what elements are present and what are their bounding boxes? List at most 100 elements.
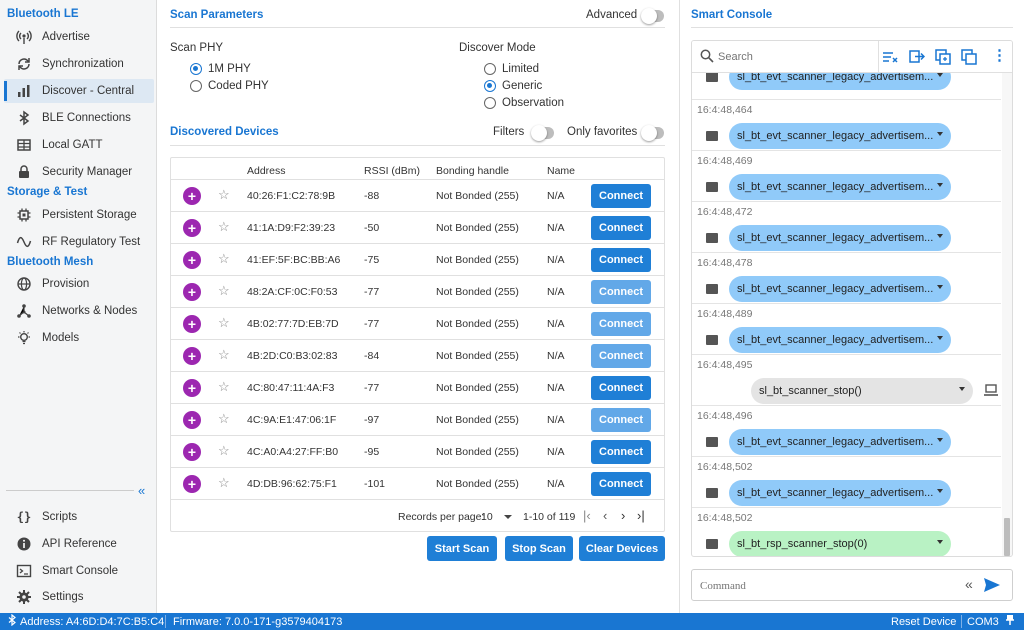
star-icon[interactable]: ☆	[218, 315, 230, 331]
sidebar-item-persistent-storage[interactable]: Persistent Storage	[4, 203, 154, 227]
reset-device-button[interactable]: Reset Device	[891, 613, 956, 630]
chevron-down-icon[interactable]	[504, 515, 512, 519]
sidebar-item-api-reference[interactable]: API Reference	[4, 532, 154, 556]
star-icon[interactable]: ☆	[218, 283, 230, 299]
add-device-icon[interactable]: +	[183, 283, 201, 301]
send-icon[interactable]	[983, 577, 1001, 596]
star-icon[interactable]: ☆	[218, 219, 230, 235]
radio-observation[interactable]: Observation	[484, 97, 564, 109]
response-bubble[interactable]: sl_bt_rsp_scanner_stop(0)	[729, 531, 951, 556]
chevron-down-icon[interactable]	[937, 489, 943, 493]
sidebar-item-smart-console[interactable]: Smart Console	[4, 559, 154, 583]
search-icon	[700, 49, 714, 66]
star-icon[interactable]: ☆	[218, 347, 230, 363]
only-favorites-toggle[interactable]	[641, 125, 664, 141]
connect-button[interactable]: Connect	[591, 440, 651, 464]
console-scrollbar[interactable]	[1002, 73, 1012, 556]
lock-icon	[16, 164, 32, 180]
connect-button[interactable]: Connect	[591, 472, 651, 496]
sidebar-item-advertise[interactable]: Advertise	[4, 25, 154, 49]
advanced-toggle[interactable]	[641, 8, 664, 24]
chevron-down-icon[interactable]	[937, 540, 943, 544]
star-icon[interactable]: ☆	[218, 411, 230, 427]
scrollbar-thumb[interactable]	[1004, 518, 1010, 556]
sidebar-item-local-gatt[interactable]: Local GATT	[4, 133, 154, 157]
export-icon[interactable]	[909, 49, 926, 67]
chevron-down-icon[interactable]	[937, 183, 943, 187]
prev-page-icon[interactable]: ‹	[603, 508, 607, 523]
com-port[interactable]: COM3	[967, 613, 1015, 630]
sidebar-item-settings[interactable]: Settings	[4, 585, 154, 609]
chevron-down-icon[interactable]	[959, 387, 965, 391]
radio-1m-phy[interactable]: 1M PHY	[190, 63, 251, 75]
event-bubble[interactable]: sl_bt_evt_scanner_legacy_advertisem...	[729, 429, 951, 455]
history-icon[interactable]: «	[965, 576, 973, 592]
radio-generic[interactable]: Generic	[484, 80, 542, 92]
chevron-down-icon[interactable]	[937, 336, 943, 340]
chevron-down-icon[interactable]	[937, 73, 943, 77]
sidebar-item-discover-central[interactable]: Discover - Central	[4, 79, 154, 103]
chevron-down-icon[interactable]	[937, 234, 943, 238]
add-device-icon[interactable]: +	[183, 315, 201, 333]
sidebar-item-models[interactable]: Models	[4, 326, 154, 350]
command-bubble[interactable]: sl_bt_scanner_stop()	[751, 378, 973, 404]
next-page-icon[interactable]: ›	[621, 508, 625, 523]
command-input[interactable]	[700, 578, 950, 594]
connect-button[interactable]: Connect	[591, 312, 651, 336]
chevron-down-icon[interactable]	[937, 285, 943, 289]
records-per-page-select[interactable]: 10	[481, 511, 493, 523]
add-device-icon[interactable]: +	[183, 187, 201, 205]
sidebar-item-scripts[interactable]: {} Scripts	[4, 505, 154, 529]
connect-button[interactable]: Connect	[591, 248, 651, 272]
table-row: + ☆ 40:26:F1:C2:78:9B -88 Not Bonded (255) N/…	[171, 179, 664, 211]
star-icon[interactable]: ☆	[218, 379, 230, 395]
add-device-icon[interactable]: +	[183, 251, 201, 269]
duplicate-icon[interactable]	[961, 49, 977, 68]
console-search-input[interactable]	[718, 48, 868, 66]
add-device-icon[interactable]: +	[183, 347, 201, 365]
event-bubble[interactable]: sl_bt_evt_scanner_legacy_advertisem...	[729, 276, 951, 302]
add-device-icon[interactable]: +	[183, 219, 201, 237]
cell-bonding: Not Bonded (255)	[436, 222, 519, 234]
sidebar-item-rf-regulatory-test[interactable]: RF Regulatory Test	[4, 230, 154, 254]
star-icon[interactable]: ☆	[218, 251, 230, 267]
star-icon[interactable]: ☆	[218, 475, 230, 491]
timestamp: 16:4:48,469	[697, 155, 753, 167]
event-bubble[interactable]: sl_bt_evt_scanner_legacy_advertisem...	[729, 225, 951, 251]
sidebar-item-provision[interactable]: Provision	[4, 272, 154, 296]
connect-button[interactable]: Connect	[591, 280, 651, 304]
clear-log-icon[interactable]	[882, 50, 898, 67]
connect-button[interactable]: Connect	[591, 408, 651, 432]
event-bubble[interactable]: sl_bt_evt_scanner_legacy_advertisem...	[729, 327, 951, 353]
first-page-icon[interactable]: |‹	[583, 508, 591, 523]
start-scan-button[interactable]: Start Scan	[427, 536, 497, 561]
clear-devices-button[interactable]: Clear Devices	[579, 536, 665, 561]
add-device-icon[interactable]: +	[183, 379, 201, 397]
star-icon[interactable]: ☆	[218, 187, 230, 203]
stop-scan-button[interactable]: Stop Scan	[505, 536, 573, 561]
event-bubble[interactable]: sl_bt_evt_scanner_legacy_advertisem...	[729, 480, 951, 506]
star-icon[interactable]: ☆	[218, 443, 230, 459]
sidebar-item-networks-nodes[interactable]: Networks & Nodes	[4, 299, 154, 323]
radio-limited[interactable]: Limited	[484, 63, 539, 75]
connect-button[interactable]: Connect	[591, 184, 651, 208]
connect-button[interactable]: Connect	[591, 376, 651, 400]
chevron-down-icon[interactable]	[937, 132, 943, 136]
connect-button[interactable]: Connect	[591, 344, 651, 368]
sidebar-item-ble-connections[interactable]: BLE Connections	[4, 106, 154, 130]
radio-coded-phy[interactable]: Coded PHY	[190, 80, 269, 92]
event-bubble[interactable]: sl_bt_evt_scanner_legacy_advertisem...	[729, 174, 951, 200]
filters-toggle[interactable]	[531, 125, 554, 141]
chevron-down-icon[interactable]	[937, 438, 943, 442]
last-page-icon[interactable]: ›|	[637, 508, 645, 523]
sidebar-item-synchronization[interactable]: Synchronization	[4, 52, 154, 76]
add-device-icon[interactable]: +	[183, 475, 201, 493]
more-options-icon[interactable]: ⋮	[992, 48, 1007, 64]
add-device-icon[interactable]: +	[183, 411, 201, 429]
connect-button[interactable]: Connect	[591, 216, 651, 240]
copy-icon[interactable]	[935, 49, 951, 68]
collapse-sidebar-icon[interactable]: «	[138, 483, 145, 498]
add-device-icon[interactable]: +	[183, 443, 201, 461]
sidebar-item-security-manager[interactable]: Security Manager	[4, 160, 154, 184]
event-bubble[interactable]: sl_bt_evt_scanner_legacy_advertisem...	[729, 123, 951, 149]
